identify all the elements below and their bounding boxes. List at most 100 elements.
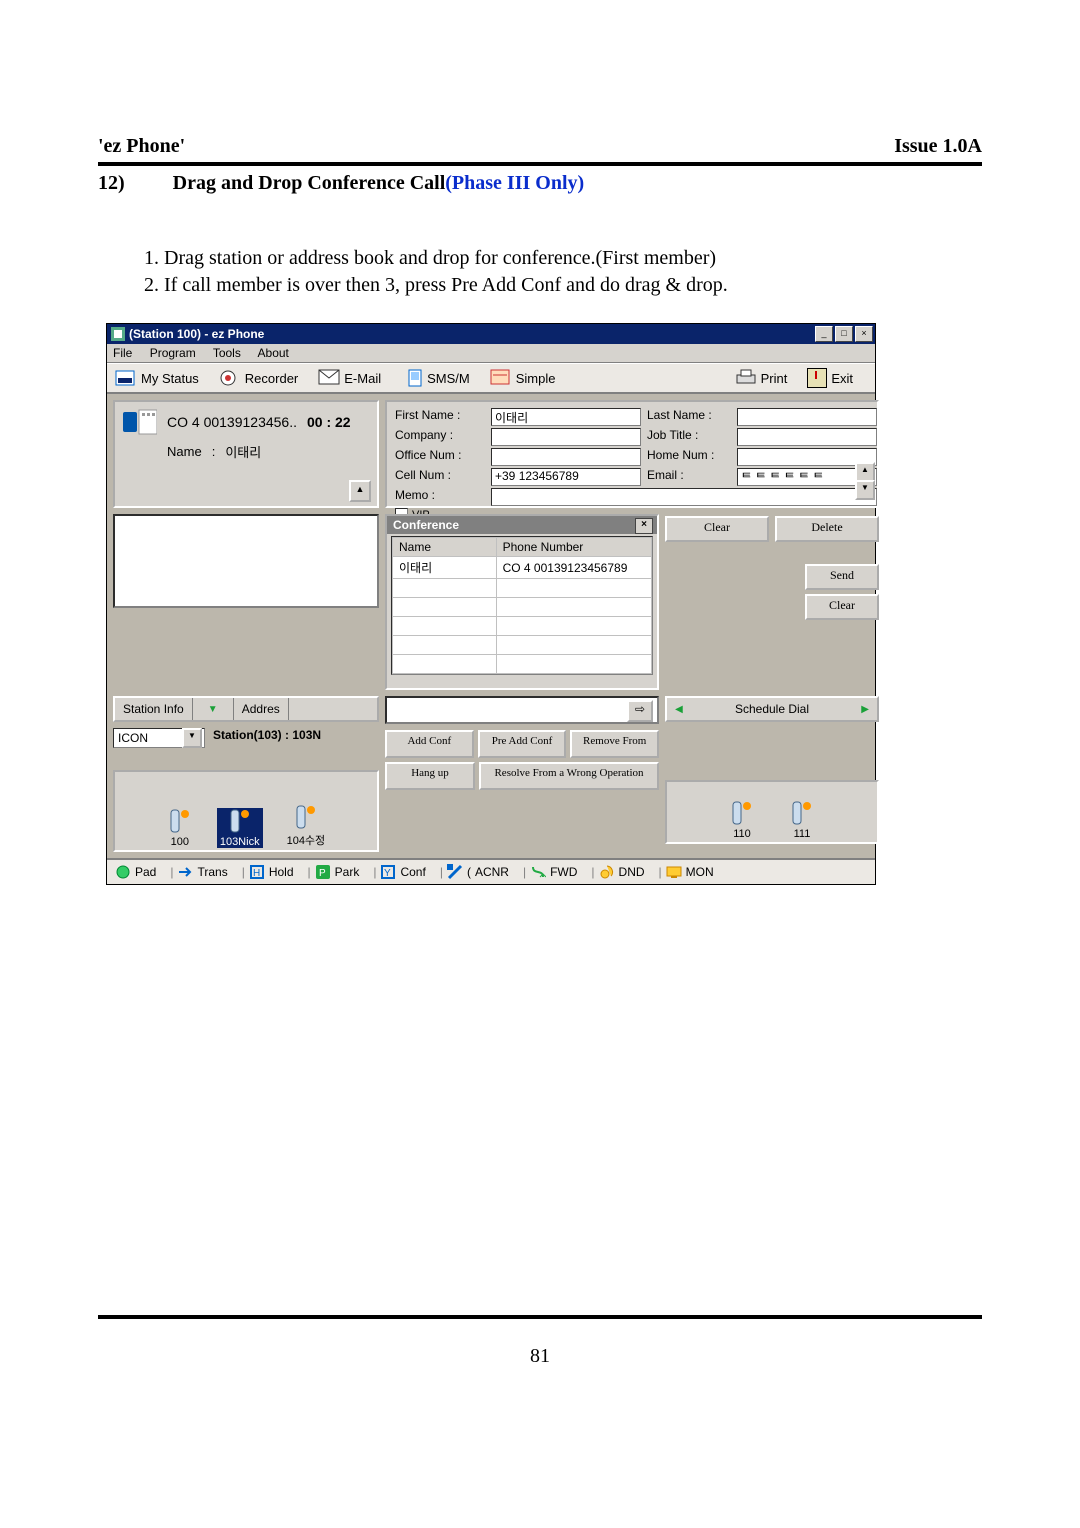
- company-label: Company :: [395, 428, 485, 446]
- conference-drop-target[interactable]: ⇨: [385, 696, 659, 724]
- acnr-icon: [447, 864, 463, 880]
- simple-icon: [490, 369, 512, 387]
- station-icon-100[interactable]: 100: [167, 808, 193, 848]
- my-status-button[interactable]: My Status: [115, 369, 199, 387]
- schedule-icons-area[interactable]: 110 111: [665, 780, 879, 844]
- cell-num-label: Cell Num :: [395, 468, 485, 486]
- send-button[interactable]: Send: [805, 564, 879, 590]
- table-row[interactable]: [393, 636, 652, 655]
- conf-col-name: Name: [393, 538, 497, 557]
- memo-scroll-down[interactable]: ▼: [855, 480, 875, 500]
- pre-add-conf-button[interactable]: Pre Add Conf: [478, 730, 567, 758]
- email-icon: [318, 369, 340, 387]
- title-bar[interactable]: (Station 100) - ez Phone _ □ ×: [107, 324, 875, 344]
- table-row[interactable]: [393, 617, 652, 636]
- recorder-icon: [219, 369, 241, 387]
- scroll-up-button[interactable]: ▲: [349, 480, 371, 502]
- pad-icon: [115, 864, 131, 880]
- company-field[interactable]: [491, 428, 641, 446]
- cell-num-field[interactable]: +39 123456789: [491, 468, 641, 486]
- recorder-button[interactable]: Recorder: [219, 369, 298, 387]
- resolve-button[interactable]: Resolve From a Wrong Operation: [479, 762, 659, 790]
- trans-button[interactable]: Trans: [177, 864, 227, 880]
- first-name-field[interactable]: 이태리: [491, 408, 641, 426]
- page-number: 81: [98, 1345, 982, 1368]
- menu-file[interactable]: File: [113, 346, 132, 360]
- call-line-number: CO 4 00139123456..: [167, 414, 297, 430]
- menu-program[interactable]: Program: [150, 346, 196, 360]
- clear2-button[interactable]: Clear: [805, 594, 879, 620]
- conf-button[interactable]: Y Conf: [380, 864, 425, 880]
- call-name-label: Name: [167, 444, 202, 459]
- job-title-field[interactable]: [737, 428, 877, 446]
- simple-button[interactable]: Simple: [490, 369, 556, 387]
- tab-address-book[interactable]: Addres: [234, 698, 289, 720]
- schedule-prev-icon[interactable]: ▶: [675, 704, 683, 715]
- acnr-button[interactable]: (ACNR: [447, 864, 509, 880]
- office-num-label: Office Num :: [395, 448, 485, 466]
- email-button[interactable]: E-Mail: [318, 369, 381, 387]
- product-name: 'ez Phone': [98, 135, 185, 158]
- station-icon-103[interactable]: 103Nick: [217, 808, 263, 848]
- table-row[interactable]: [393, 655, 652, 674]
- mon-button[interactable]: MON: [666, 864, 714, 880]
- email-label: Email :: [647, 468, 731, 486]
- schedule-icon-110[interactable]: 110: [729, 800, 755, 840]
- table-row[interactable]: [393, 598, 652, 617]
- memo-scroll-up[interactable]: ▲: [855, 462, 875, 482]
- park-button[interactable]: P Park: [315, 864, 360, 880]
- hold-button[interactable]: H Hold: [249, 864, 294, 880]
- instruction-step: If call member is over then 3, press Pre…: [164, 272, 982, 299]
- next-arrow-button[interactable]: ⇨: [627, 700, 653, 722]
- dnd-button[interactable]: DND: [599, 864, 645, 880]
- conference-member-list[interactable]: Name Phone Number 이태리 CO 4 0013912345678…: [391, 536, 653, 675]
- remove-from-button[interactable]: Remove From: [570, 730, 659, 758]
- first-name-label: First Name :: [395, 408, 485, 426]
- exit-button[interactable]: Exit: [807, 368, 853, 388]
- minimize-button[interactable]: _: [815, 326, 833, 342]
- home-num-label: Home Num :: [647, 448, 731, 466]
- trans-icon: [177, 864, 193, 880]
- add-conf-button[interactable]: Add Conf: [385, 730, 474, 758]
- office-num-field[interactable]: [491, 448, 641, 466]
- smsm-icon: [401, 369, 423, 387]
- fwd-button[interactable]: FWD: [530, 864, 577, 880]
- hang-up-button[interactable]: Hang up: [385, 762, 475, 790]
- menu-bar[interactable]: File Program Tools About: [107, 344, 875, 363]
- table-row[interactable]: [393, 579, 652, 598]
- station-view-combo[interactable]: ICON▼: [113, 728, 205, 748]
- station-icon-104[interactable]: 104수정: [287, 804, 326, 848]
- blank-panel: [113, 514, 379, 608]
- menu-about[interactable]: About: [258, 346, 289, 360]
- conf-col-phone: Phone Number: [496, 538, 651, 557]
- svg-text:Y: Y: [384, 868, 391, 879]
- last-name-field[interactable]: [737, 408, 877, 426]
- print-button[interactable]: Print: [735, 369, 788, 387]
- close-button[interactable]: ×: [855, 326, 873, 342]
- instruction-list: Drag station or address book and drop fo…: [142, 245, 982, 299]
- my-status-icon: [115, 369, 137, 387]
- tab-collapse-icon[interactable]: ▼: [193, 698, 234, 720]
- pad-button[interactable]: Pad: [115, 864, 156, 880]
- conference-controls: ⇨ Add Conf Pre Add Conf Remove From Hang…: [385, 696, 659, 852]
- header-rule: [98, 162, 982, 166]
- tab-station-info[interactable]: Station Info: [115, 698, 193, 720]
- maximize-button[interactable]: □: [835, 326, 853, 342]
- job-title-label: Job Title :: [647, 428, 731, 446]
- station-icons-area[interactable]: 100 103Nick 104수정: [113, 770, 379, 852]
- smsm-button[interactable]: SMS/M: [401, 369, 470, 387]
- memo-field[interactable]: [491, 488, 877, 506]
- schedule-icon-111[interactable]: 111: [789, 800, 815, 840]
- dnd-icon: [599, 864, 615, 880]
- schedule-next-icon[interactable]: ▶: [861, 704, 869, 715]
- menu-tools[interactable]: Tools: [213, 346, 241, 360]
- svg-text:P: P: [319, 868, 326, 879]
- app-icon: [111, 327, 125, 341]
- station-info-panel: Station Info ▼ Addres ICON▼ Station(103)…: [113, 696, 379, 852]
- table-row[interactable]: 이태리 CO 4 00139123456789: [393, 557, 652, 579]
- hold-icon: H: [249, 864, 265, 880]
- conference-close-button[interactable]: ×: [635, 518, 653, 534]
- fwd-icon: [530, 864, 546, 880]
- schedule-dial-panel: ▶ Schedule Dial ▶ 110 111: [665, 696, 879, 852]
- main-toolbar: My Status Recorder E-Mail SMS/M: [107, 363, 875, 394]
